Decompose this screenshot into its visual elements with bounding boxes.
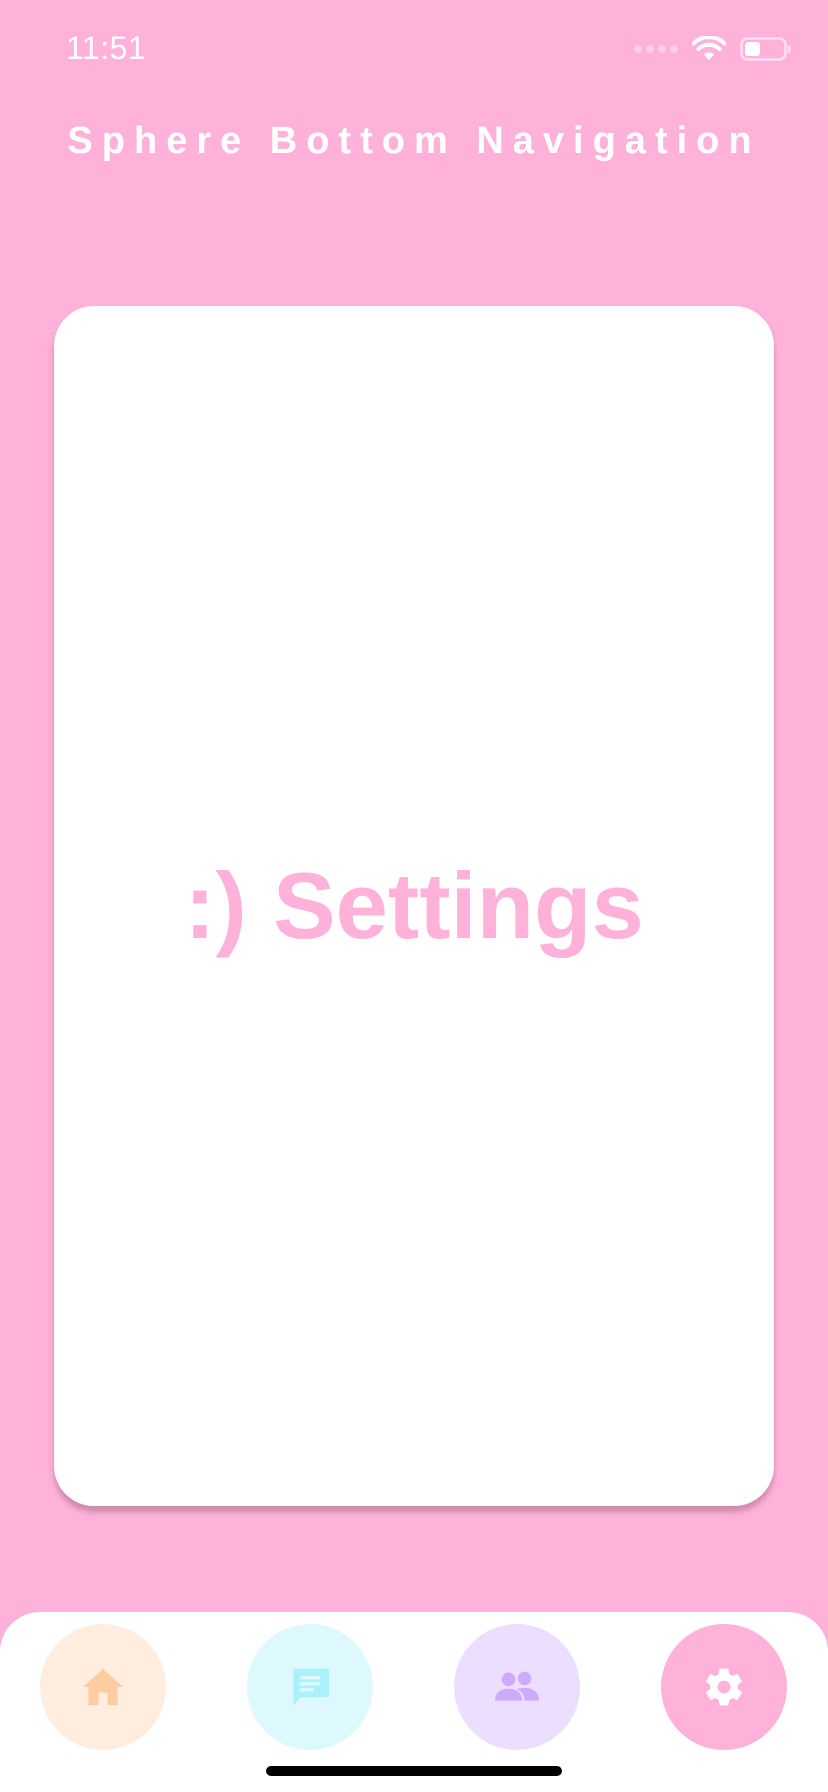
home-icon bbox=[81, 1667, 125, 1707]
chat-icon bbox=[288, 1665, 332, 1709]
card-text: :) Settings bbox=[184, 853, 644, 958]
nav-item-settings[interactable] bbox=[661, 1624, 787, 1750]
wifi-icon bbox=[692, 36, 726, 62]
people-icon bbox=[493, 1670, 541, 1704]
home-indicator[interactable] bbox=[266, 1766, 562, 1776]
status-time: 11:51 bbox=[66, 30, 147, 66]
content-card: :) Settings bbox=[54, 306, 774, 1506]
nav-item-home[interactable] bbox=[40, 1624, 166, 1750]
page-title: Sphere Bottom Navigation bbox=[67, 120, 761, 162]
battery-icon bbox=[740, 36, 792, 62]
bottom-navigation bbox=[0, 1612, 828, 1792]
nav-item-people[interactable] bbox=[454, 1624, 580, 1750]
status-bar: 11:51 bbox=[0, 0, 828, 100]
status-icons bbox=[634, 36, 792, 62]
signal-icon bbox=[634, 45, 678, 53]
gear-icon bbox=[702, 1665, 746, 1709]
app-screen: 11:51 Sphere Bottom Navigation:) Settin… bbox=[0, 0, 828, 1792]
nav-item-chat[interactable] bbox=[247, 1624, 373, 1750]
